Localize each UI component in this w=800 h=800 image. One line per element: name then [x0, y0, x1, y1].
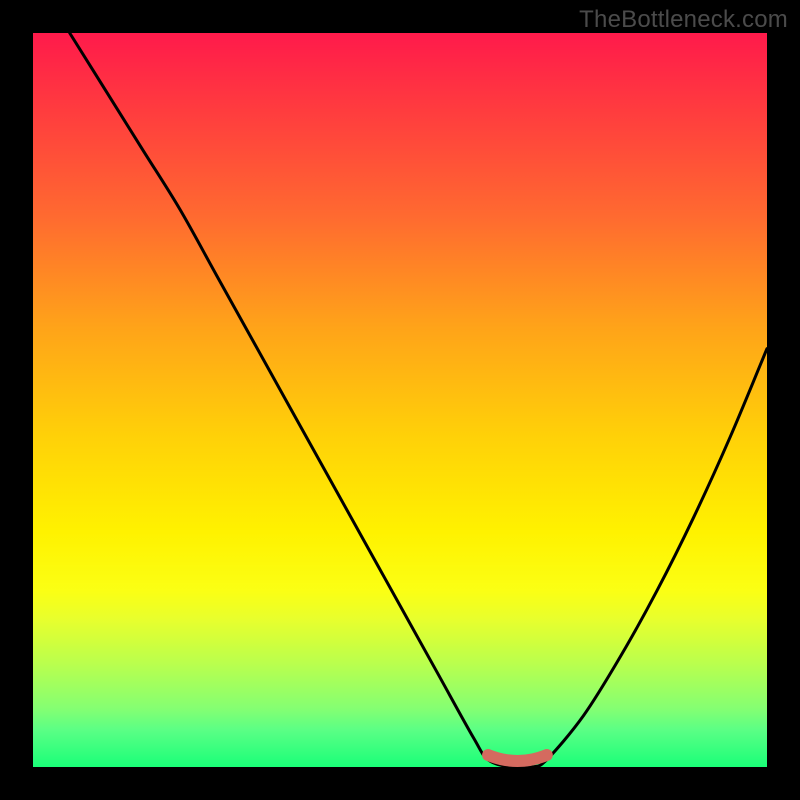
valley-marker — [488, 755, 547, 761]
plot-area — [33, 33, 767, 767]
curve-path — [70, 33, 767, 768]
chart-frame: TheBottleneck.com — [0, 0, 800, 800]
bottleneck-curve — [33, 33, 767, 767]
watermark-text: TheBottleneck.com — [579, 6, 788, 34]
